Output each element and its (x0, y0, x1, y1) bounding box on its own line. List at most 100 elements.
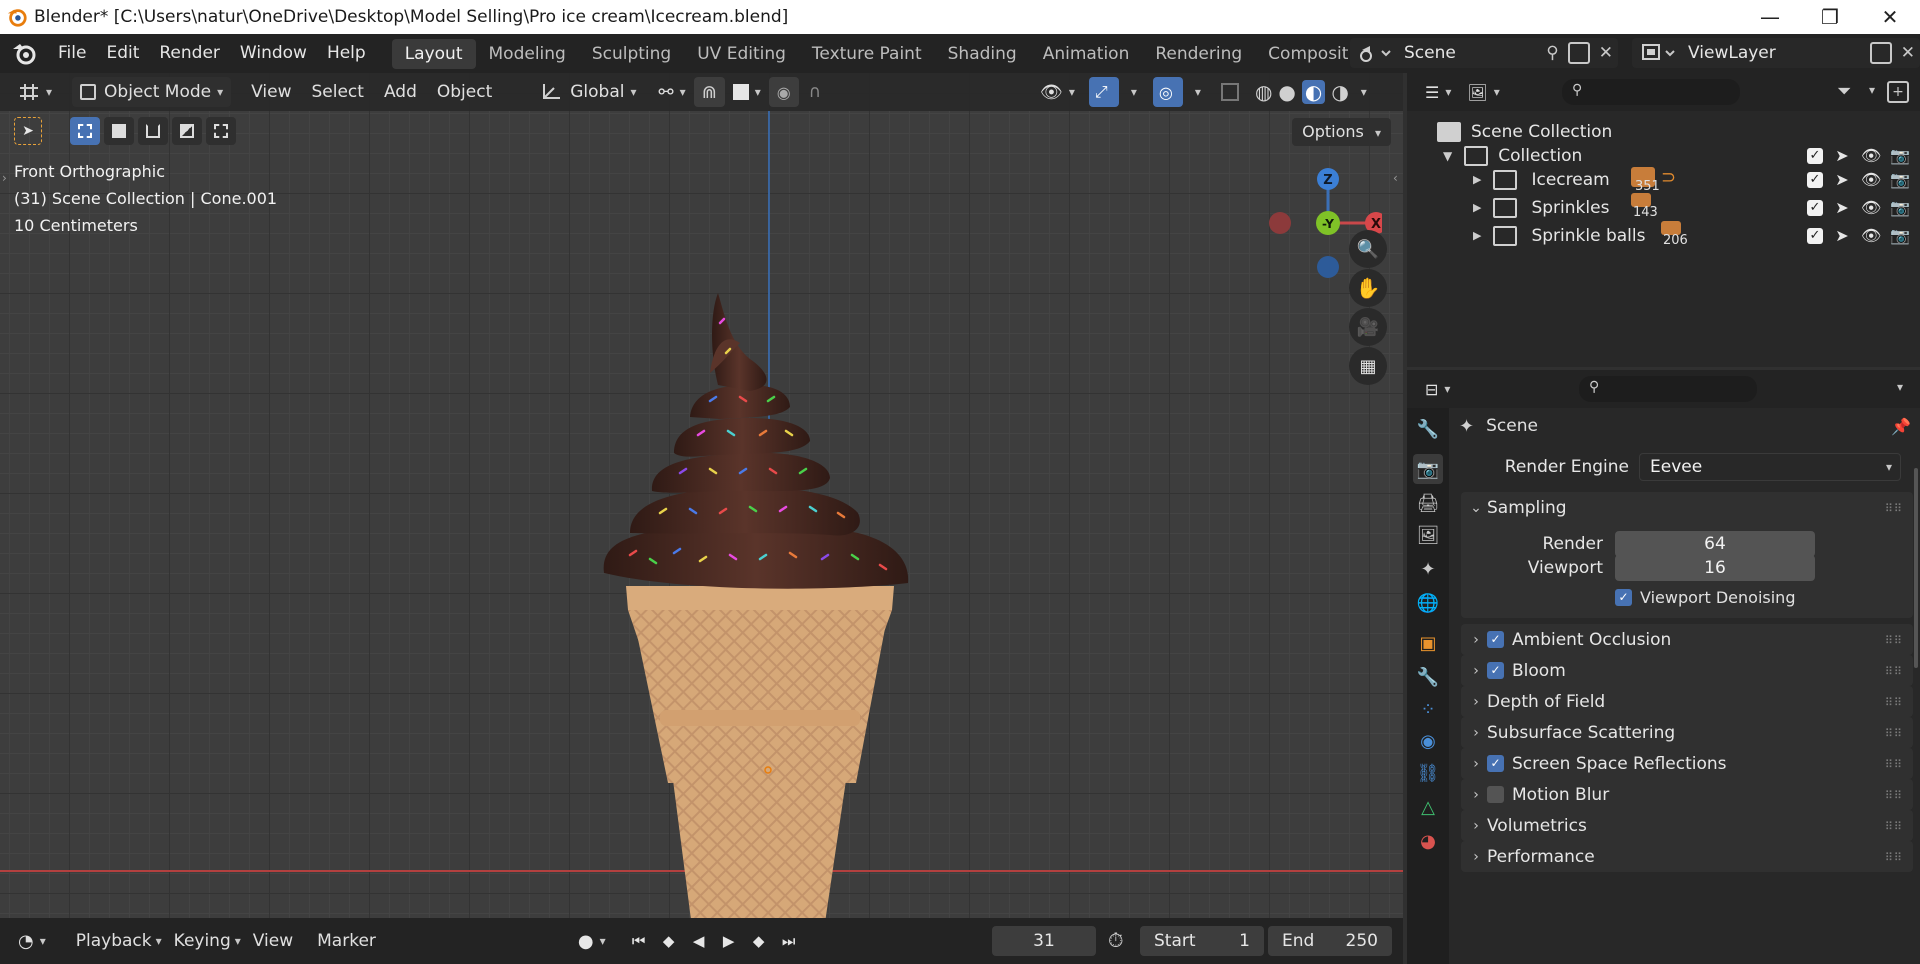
exclude-checkbox[interactable]: ✓ (1807, 147, 1823, 164)
tab-tool[interactable]: 🔧 (1413, 414, 1443, 444)
icecream-model[interactable] (590, 173, 930, 918)
transform-orientation-selector[interactable]: Global ▾ (532, 77, 644, 107)
mode-selector[interactable]: Object Mode ▾ (72, 77, 232, 107)
viewport-menu-add[interactable]: Add (374, 82, 427, 102)
outliner-row-sprinkles[interactable]: ▶ Sprinkles 143 ✓ ➤ 👁 📷 (1407, 193, 1920, 222)
menu-file[interactable]: File (48, 34, 96, 73)
editor-type-button[interactable]: ▾ (10, 77, 60, 107)
camera-view-button[interactable]: 🎥 (1349, 308, 1387, 346)
prev-keyframe-icon[interactable]: ◆ (656, 927, 682, 955)
start-frame-field[interactable]: Start 1 (1140, 926, 1264, 956)
tab-data[interactable]: △ (1413, 792, 1443, 822)
wireframe-shading-icon[interactable]: ◍ (1255, 80, 1272, 104)
exclude-checkbox[interactable]: ✓ (1807, 199, 1823, 216)
tab-rendering[interactable]: Rendering (1142, 39, 1255, 69)
bloom-checkbox[interactable]: ✓ (1487, 662, 1504, 679)
visibility-selector[interactable]: 👁 ▾ (1032, 77, 1083, 107)
selectable-icon[interactable]: ➤ (1832, 146, 1852, 165)
tab-modeling[interactable]: Modeling (476, 39, 579, 69)
tab-modifiers[interactable]: 🔧 (1413, 662, 1443, 692)
tab-material[interactable]: ◕ (1413, 826, 1443, 856)
minimize-button[interactable]: — (1740, 0, 1800, 34)
drag-handle-icon[interactable]: ⠿⠿ (1885, 789, 1903, 802)
options-dropdown[interactable]: Options ▾ (1292, 118, 1391, 146)
neg-z-axis-handle[interactable] (1317, 256, 1339, 278)
new-scene-icon[interactable] (1567, 42, 1590, 64)
tab-layout[interactable]: Layout (391, 38, 476, 69)
play-reverse-icon[interactable]: ◀ (686, 927, 712, 955)
solid-shading-icon[interactable]: ● (1278, 80, 1295, 104)
material-preview-icon[interactable]: ◐ (1301, 80, 1326, 104)
select-subtract-icon[interactable] (138, 117, 168, 145)
render-samples-field[interactable]: 64 (1615, 531, 1815, 557)
chevron-down-icon[interactable]: ▾ (1131, 85, 1137, 99)
camera-render-icon[interactable]: 📷 (1890, 198, 1910, 217)
current-frame-field[interactable]: 31 (992, 926, 1096, 956)
pivot-point-selector[interactable]: ⚯ ▾ (651, 77, 694, 107)
chevron-down-icon[interactable]: ▾ (1869, 83, 1875, 97)
panel-subsurface-scattering[interactable]: › Subsurface Scattering ⠿⠿ (1461, 717, 1913, 748)
snap-toggle[interactable]: ⋒ (693, 77, 725, 107)
next-keyframe-icon[interactable]: ◆ (746, 927, 772, 955)
stopwatch-icon[interactable]: ⏱ (1108, 928, 1124, 952)
ortho-toggle-button[interactable]: ▦ (1349, 347, 1387, 385)
end-frame-field[interactable]: End 250 (1268, 926, 1392, 956)
tab-animation[interactable]: Animation (1030, 39, 1143, 69)
display-mode-selector[interactable]: 🖼 ▾ (1459, 77, 1507, 107)
pin-icon[interactable]: ⚲ (1546, 43, 1558, 63)
filter-icon[interactable]: ⏷ (1837, 81, 1851, 102)
record-icon[interactable]: ● (578, 931, 594, 952)
proportional-edit-toggle[interactable]: ◉ (768, 77, 799, 107)
new-collection-icon[interactable]: + (1887, 81, 1909, 103)
drag-handle-icon[interactable]: ⠿⠿ (1885, 851, 1903, 864)
expand-arrow-icon[interactable]: ▶ (1473, 201, 1481, 214)
select-intersect-icon[interactable] (206, 117, 236, 145)
tab-scene[interactable]: ✦ (1413, 554, 1443, 584)
ambient-occlusion-checkbox[interactable]: ✓ (1487, 631, 1504, 648)
falloff-icon[interactable]: ∩ (799, 82, 831, 102)
delete-view-layer-icon[interactable]: ✕ (1901, 43, 1915, 63)
tab-object[interactable]: ▣ (1413, 628, 1443, 658)
tab-texture-paint[interactable]: Texture Paint (799, 39, 935, 69)
chevron-down-icon[interactable]: ▾ (1361, 85, 1367, 99)
viewport-samples-field[interactable]: 16 (1615, 555, 1815, 581)
expand-arrow-icon[interactable]: ▼ (1443, 149, 1452, 163)
drag-handle-icon[interactable]: ⠿⠿ (1885, 634, 1903, 647)
restore-button[interactable]: ❐ (1800, 0, 1860, 34)
properties-search-input[interactable]: ⚲ (1579, 376, 1757, 402)
outliner-row-icecream[interactable]: ▶ Icecream 351 ⊃ ✓ ➤ 👁 📷 (1407, 165, 1920, 194)
toolbar-toggle-icon[interactable]: › (2, 171, 7, 185)
tab-physics[interactable]: ◉ (1413, 726, 1443, 756)
gizmo-toggle[interactable]: ⤢ (1088, 77, 1119, 107)
panel-depth-of-field[interactable]: › Depth of Field ⠿⠿ (1461, 686, 1913, 717)
chevron-down-icon[interactable]: ▾ (600, 934, 606, 948)
viewport-denoising-row[interactable]: ✓ Viewport Denoising (1615, 584, 1915, 610)
panel-motion-blur[interactable]: › Motion Blur ⠿⠿ (1461, 779, 1913, 810)
menu-edit[interactable]: Edit (96, 34, 149, 73)
selectable-icon[interactable]: ➤ (1832, 170, 1852, 189)
timeline-menu-playback[interactable]: Playback (64, 931, 164, 951)
tab-particles[interactable]: ⁘ (1413, 694, 1443, 724)
panel-performance[interactable]: › Performance ⠿⠿ (1461, 841, 1913, 872)
render-engine-select[interactable]: Eevee ▾ (1639, 453, 1901, 481)
jump-start-icon[interactable]: ⏮ (626, 927, 652, 955)
viewport-denoising-checkbox[interactable]: ✓ (1615, 588, 1632, 606)
expand-arrow-icon[interactable]: ▶ (1473, 229, 1481, 242)
tab-world[interactable]: 🌐 (1413, 588, 1443, 618)
selectable-icon[interactable]: ➤ (1832, 198, 1852, 217)
play-icon[interactable]: ▶ (716, 927, 742, 955)
selectable-icon[interactable]: ➤ (1832, 226, 1852, 245)
drag-handle-icon[interactable]: ⠿⠿ (1885, 502, 1903, 515)
tab-uv-editing[interactable]: UV Editing (684, 39, 799, 69)
tab-view-layer[interactable]: 🖼 (1413, 520, 1443, 550)
select-invert-icon[interactable] (172, 117, 202, 145)
jump-end-icon[interactable]: ⏭ (776, 927, 802, 955)
ssr-checkbox[interactable]: ✓ (1487, 755, 1504, 772)
select-tool-icon[interactable]: ➤ (14, 117, 42, 145)
panel-screen-space-reflections[interactable]: › ✓ Screen Space Reflections ⠿⠿ (1461, 748, 1913, 779)
properties-scrollbar[interactable] (1914, 468, 1918, 668)
new-view-layer-icon[interactable] (1869, 42, 1892, 64)
menu-render[interactable]: Render (149, 34, 230, 73)
chevron-down-icon[interactable]: ▾ (1897, 380, 1903, 394)
exclude-checkbox[interactable]: ✓ (1807, 171, 1823, 188)
